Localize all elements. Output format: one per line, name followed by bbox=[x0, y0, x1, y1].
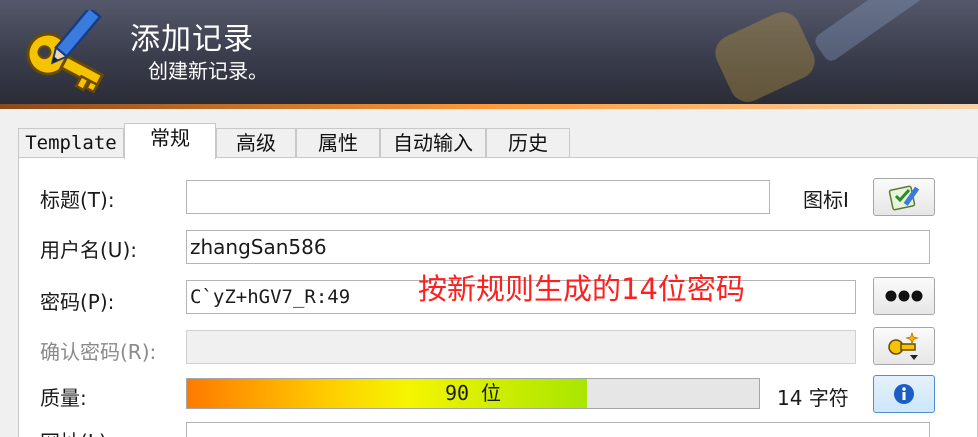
dots-icon bbox=[885, 290, 923, 302]
password-label: 密码(P): bbox=[40, 290, 115, 314]
quality-bits: 90 位 bbox=[444, 381, 502, 405]
password-annotation: 按新规则生成的14位密码 bbox=[418, 272, 745, 306]
key-pencil-icon bbox=[26, 10, 105, 94]
info-icon bbox=[894, 384, 914, 404]
quality-info-button[interactable] bbox=[873, 375, 935, 413]
toggle-password-visibility-button[interactable] bbox=[873, 277, 935, 315]
repeat-password-label: 确认密码(R): bbox=[40, 340, 157, 364]
banner-divider bbox=[0, 104, 978, 109]
quality-label: 质量: bbox=[40, 386, 87, 410]
key-generator-icon bbox=[888, 331, 919, 360]
checklist-icon bbox=[888, 185, 920, 211]
icon-label: 图标I bbox=[803, 188, 849, 212]
key-watermark-icon bbox=[715, 0, 925, 102]
repeat-password-field[interactable] bbox=[186, 330, 856, 364]
dialog-title: 添加记录 bbox=[130, 22, 254, 57]
tab-general[interactable]: 常规 bbox=[124, 123, 216, 159]
tab-properties[interactable]: 属性 bbox=[296, 128, 380, 158]
icon-picker-button[interactable] bbox=[873, 178, 935, 216]
url-field[interactable] bbox=[186, 422, 930, 437]
username-field[interactable]: zhangSan586 bbox=[186, 230, 930, 264]
tab-history[interactable]: 历史 bbox=[486, 128, 570, 158]
character-count: 14 字符 bbox=[777, 386, 849, 410]
username-label: 用户名(U): bbox=[40, 238, 137, 262]
dialog-subtitle: 创建新记录。 bbox=[148, 59, 268, 83]
url-label: 网址(L): bbox=[40, 426, 114, 437]
title-label: 标题(T): bbox=[40, 188, 115, 212]
header-banner: 添加记录 创建新记录。 bbox=[0, 0, 978, 104]
password-quality-bar: 90 位 bbox=[186, 378, 760, 409]
tab-template[interactable]: Template bbox=[18, 128, 124, 158]
tab-advanced[interactable]: 高级 bbox=[216, 128, 296, 158]
tab-auto-type[interactable]: 自动输入 bbox=[380, 128, 486, 158]
generate-password-button[interactable] bbox=[873, 327, 935, 365]
title-field[interactable] bbox=[186, 180, 770, 214]
